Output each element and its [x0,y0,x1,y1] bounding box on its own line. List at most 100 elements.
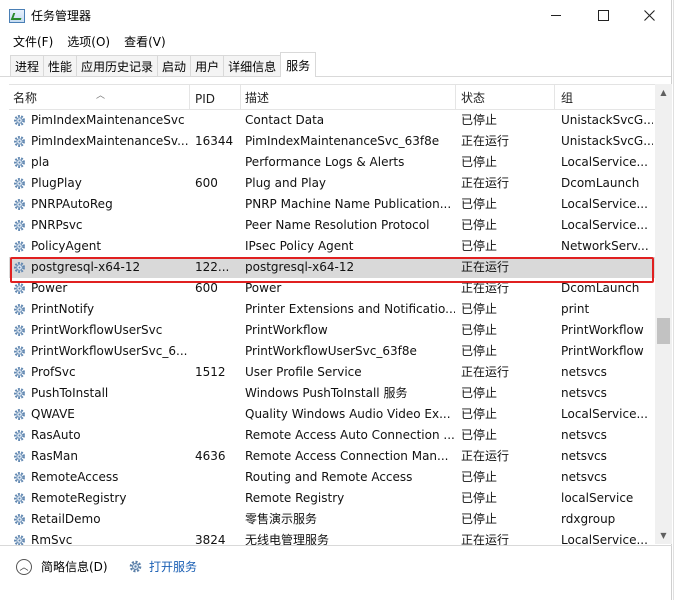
service-description: Windows PushToInstall 服务 [245,386,408,400]
service-group: netsvcs [561,470,607,484]
menu-view[interactable]: 查看(V) [117,33,173,50]
table-row[interactable]: PrintNotify Printer Extensions and Notifi… [9,299,655,320]
scrollbar-thumb[interactable] [657,318,670,344]
service-gear-icon [13,303,26,316]
table-row[interactable]: RetailDemo 零售演示服务 已停止 rdxgroup [9,509,655,530]
service-description: User Profile Service [245,365,362,379]
service-name: PimIndexMaintenanceSv... [31,134,189,148]
service-name: PrintNotify [31,302,95,316]
service-description: postgresql-x64-12 [245,260,355,274]
table-row[interactable]: PushToInstall Windows PushToInstall 服务 已停止… [9,383,655,404]
service-group: PrintWorkflow [561,323,644,337]
service-pid: 600 [195,281,218,295]
service-status: 正在运行 [461,134,510,148]
table-row[interactable]: postgresql-x64-12 122... postgresql-x64-12… [9,257,655,278]
tab-app-history[interactable]: 应用历史记录 [76,55,159,76]
table-body: PimIndexMaintenanceSvc Contact Data 已停止 Uni… [9,110,655,545]
table-row[interactable]: pla Performance Logs & Alerts 已停止 LocalServ… [9,152,655,173]
fewer-details-button[interactable]: ︿ 简略信息(D) [16,558,108,575]
services-table: ︿ 名称 PID 描述 状态 组 PimIndexMaintenanceSvc C… [9,84,672,545]
table-row[interactable]: PlugPlay 600 Plug and Play 正在运行 DcomLaunch [9,173,655,194]
service-group [561,257,653,278]
table-row[interactable]: QWAVE Quality Windows Audio Video Ex... 已停… [9,404,655,425]
service-gear-icon [13,492,26,505]
table-row[interactable]: PNRPAutoReg PNRP Machine Name Publication… [9,194,655,215]
service-gear-icon [13,513,26,526]
close-button[interactable] [626,0,672,31]
column-header-pid[interactable]: PID [191,85,241,109]
scroll-up-icon[interactable]: ▲ [655,84,672,101]
tab-strip: 进程 性能 应用历史记录 启动 用户 详细信息 服务 [0,51,671,77]
table-row[interactable]: RemoteAccess Routing and Remote Access 已停止… [9,467,655,488]
minimize-icon [551,15,561,16]
service-pid [195,404,239,425]
service-pid: 122... [195,260,230,274]
service-description: PrintWorkflowUserSvc_63f8e [245,344,417,358]
service-gear-icon [13,471,26,484]
service-name: RmSvc [31,533,73,545]
service-status: 已停止 [461,512,498,526]
table-row[interactable]: PimIndexMaintenanceSvc Contact Data 已停止 Uni… [9,110,655,131]
menu-bar: 文件(F) 选项(O) 查看(V) [0,31,671,51]
menu-options[interactable]: 选项(O) [60,33,117,50]
scroll-down-icon[interactable]: ▼ [655,527,672,544]
tab-startup[interactable]: 启动 [157,55,192,76]
service-status: 正在运行 [461,260,510,274]
table-row[interactable]: RasAuto Remote Access Auto Connection ...… [9,425,655,446]
service-status: 正在运行 [461,281,510,295]
column-header-group[interactable]: 组 [557,85,655,109]
service-name: PimIndexMaintenanceSvc [31,113,185,127]
service-group: DcomLaunch [561,281,640,295]
service-name: PrintWorkflowUserSvc [31,323,163,337]
service-gear-icon [13,366,26,379]
tab-services[interactable]: 服务 [280,52,317,77]
service-pid [195,341,239,362]
column-header-name[interactable]: 名称 [9,85,189,109]
tab-performance[interactable]: 性能 [43,55,78,76]
service-gear-icon [13,219,26,232]
table-row[interactable]: PolicyAgent IPsec Policy Agent 已停止 NetworkS… [9,236,655,257]
service-gear-icon [13,177,26,190]
menu-file[interactable]: 文件(F) [6,33,60,50]
column-header-status[interactable]: 状态 [457,85,555,109]
service-status: 已停止 [461,344,498,358]
tab-processes[interactable]: 进程 [10,55,45,76]
column-divider[interactable] [455,85,456,109]
column-divider[interactable] [189,85,190,109]
title-bar[interactable]: 任务管理器 [0,0,671,31]
service-description: Printer Extensions and Notificatio... [245,302,455,316]
service-name: QWAVE [31,407,75,421]
tab-details[interactable]: 详细信息 [223,55,282,76]
tab-users[interactable]: 用户 [190,55,225,76]
service-group: NetworkServ... [561,239,649,253]
column-divider[interactable] [554,85,555,109]
table-row[interactable]: RemoteRegistry Remote Registry 已停止 localSer… [9,488,655,509]
vertical-scrollbar[interactable]: ▲ ▼ [655,84,672,544]
minimize-button[interactable] [533,0,579,31]
table-row[interactable]: RasMan 4636 Remote Access Connection Man..… [9,446,655,467]
service-status: 正在运行 [461,176,510,190]
service-group: netsvcs [561,365,607,379]
service-status: 已停止 [461,302,498,316]
table-row[interactable]: PNRPsvc Peer Name Resolution Protocol 已停止 L… [9,215,655,236]
service-pid [195,467,239,488]
table-row[interactable]: PimIndexMaintenanceSv... 16344 PimIndexMai… [9,131,655,152]
open-services-link[interactable]: 打开服务 [128,558,197,575]
service-name: PNRPAutoReg [31,197,113,211]
service-gear-icon [13,387,26,400]
table-row[interactable]: RmSvc 3824 无线电管理服务 正在运行 LocalService... [9,530,655,545]
background-window-edge [673,0,680,600]
service-name: postgresql-x64-12 [31,260,141,274]
service-description: PrintWorkflow [245,323,328,337]
table-row[interactable]: PrintWorkflowUserSvc_6... PrintWorkflowUs… [9,341,655,362]
service-status: 正在运行 [461,449,510,463]
table-row[interactable]: PrintWorkflowUserSvc PrintWorkflow 已停止 Prin… [9,320,655,341]
table-row[interactable]: Power 600 Power 正在运行 DcomLaunch [9,278,655,299]
service-pid [195,299,239,320]
service-description: Quality Windows Audio Video Ex... [245,407,451,421]
column-header-description[interactable]: 描述 [241,85,455,109]
maximize-button[interactable] [580,0,626,31]
table-row[interactable]: ProfSvc 1512 User Profile Service 正在运行 netsv… [9,362,655,383]
service-gear-icon [13,450,26,463]
service-gear-icon [13,429,26,442]
